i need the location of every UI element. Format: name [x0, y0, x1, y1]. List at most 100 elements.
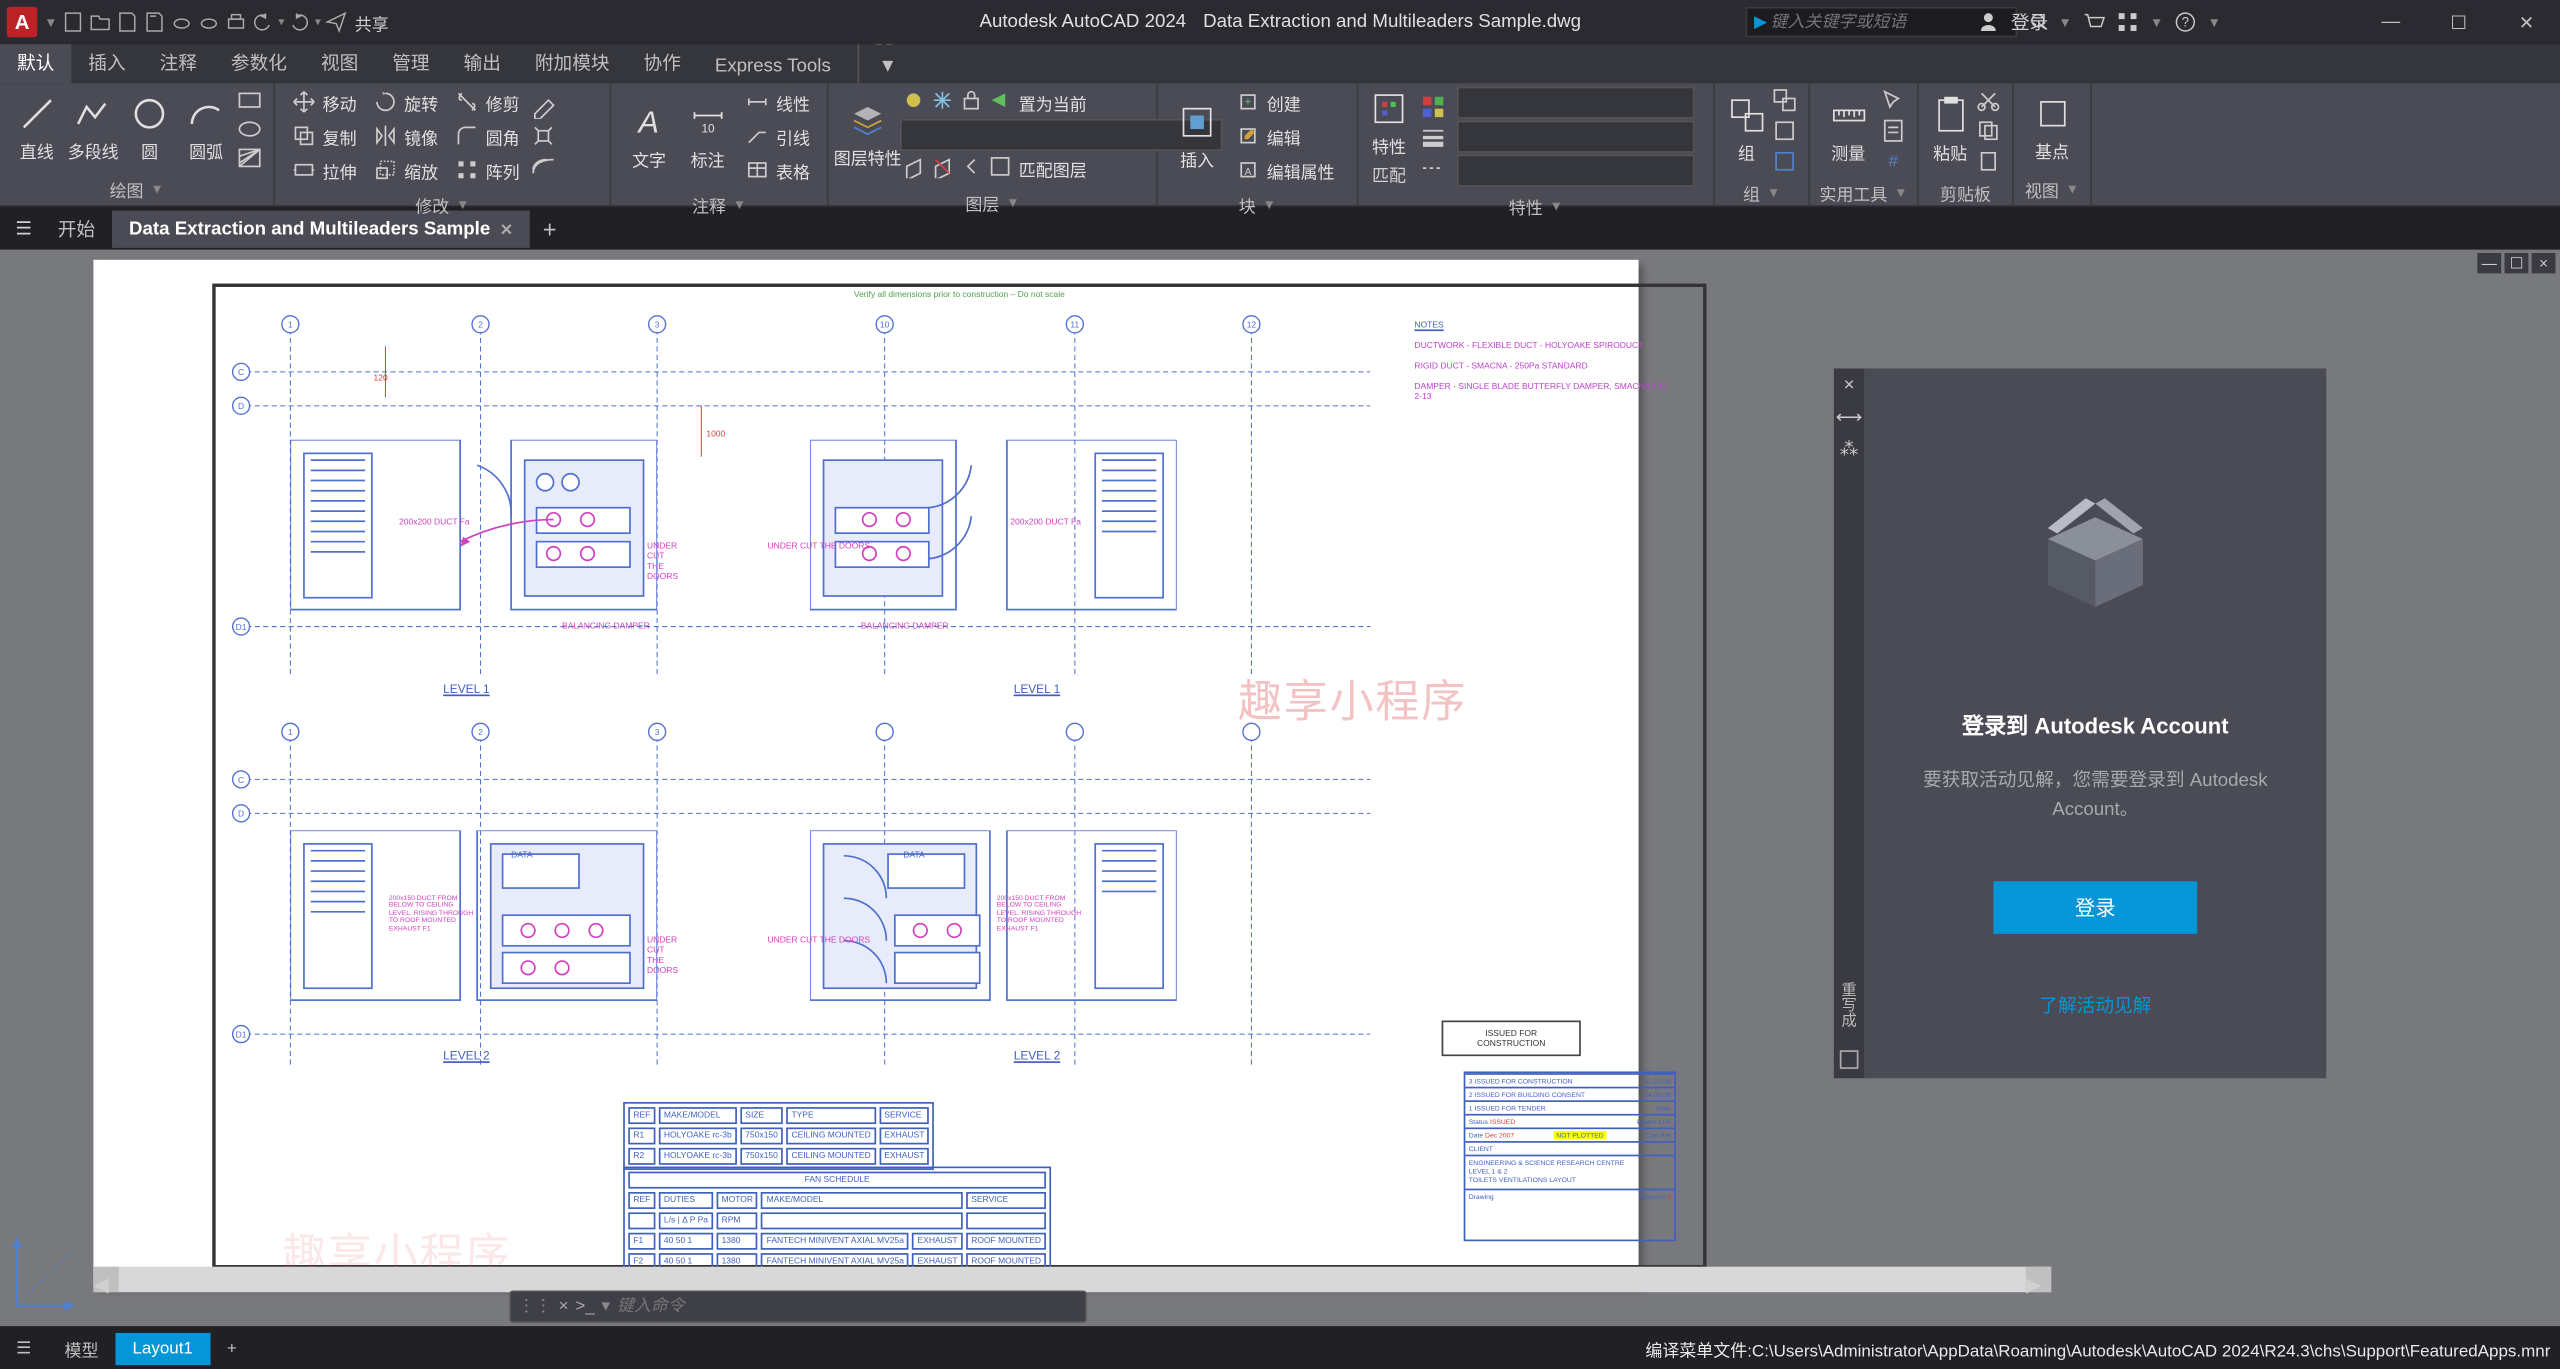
- base-button[interactable]: 基点: [2024, 93, 2080, 163]
- copy-button[interactable]: 复制: [285, 121, 363, 152]
- cmd-handle-icon[interactable]: ⋮⋮: [518, 1297, 552, 1316]
- qat-cloud-open-icon[interactable]: [170, 10, 194, 34]
- help-icon[interactable]: ?: [2174, 10, 2198, 34]
- learn-link[interactable]: 了解活动见解: [2039, 992, 2151, 1019]
- qat-print-icon[interactable]: [224, 10, 248, 34]
- panel-close-icon[interactable]: ×: [1844, 375, 1855, 395]
- tab-addon[interactable]: 附加模块: [518, 42, 627, 83]
- h-scrollbar[interactable]: ◂ ▸: [93, 1267, 2051, 1292]
- redo-dropdown[interactable]: ▾: [315, 15, 321, 29]
- undo-dropdown[interactable]: ▾: [278, 15, 284, 29]
- vp-min-icon[interactable]: —: [2477, 253, 2501, 273]
- props-button[interactable]: 特性: [1369, 87, 1410, 157]
- paper-space[interactable]: Verify all dimensions prior to construct…: [93, 260, 1638, 1286]
- layer-walk-icon[interactable]: [987, 153, 1014, 184]
- maximize-button[interactable]: ☐: [2425, 0, 2493, 44]
- paste-spec-icon[interactable]: [1975, 148, 2002, 173]
- fillet-button[interactable]: 圆角: [448, 121, 526, 152]
- layer-match[interactable]: 匹配图层: [1015, 153, 1093, 184]
- start-tab[interactable]: 开始: [41, 208, 112, 249]
- select-icon[interactable]: [1880, 87, 1907, 112]
- vp-max-icon[interactable]: ☐: [2505, 253, 2529, 273]
- leader-button[interactable]: 引线: [739, 121, 817, 152]
- erase-icon[interactable]: [530, 95, 557, 119]
- edit-block-btn[interactable]: 编辑: [1229, 121, 1341, 152]
- lw-combo[interactable]: [1457, 121, 1695, 153]
- user-icon[interactable]: [1977, 10, 2001, 34]
- panel-pin-icon[interactable]: ⟷: [1836, 406, 1863, 428]
- new-layout-button[interactable]: +: [210, 1332, 254, 1364]
- insert-button[interactable]: 插入: [1168, 101, 1226, 171]
- trim-button[interactable]: 修剪: [448, 87, 526, 118]
- model-tab[interactable]: 模型: [48, 1329, 116, 1368]
- layer-props-button[interactable]: 图层特性: [839, 100, 897, 170]
- layer-off-icon[interactable]: [900, 87, 927, 118]
- panel-opt-icon[interactable]: [1837, 1048, 1861, 1072]
- cmd-close-icon[interactable]: ×: [559, 1297, 569, 1316]
- qat-redo-icon[interactable]: [288, 10, 312, 34]
- tab-collab[interactable]: 协作: [627, 42, 698, 83]
- stretch-button[interactable]: 拉伸: [285, 155, 363, 186]
- tab-default[interactable]: 默认: [0, 42, 71, 83]
- offset-icon[interactable]: [530, 153, 557, 177]
- linear-button[interactable]: 线性: [739, 87, 817, 118]
- line-button[interactable]: 直线: [10, 93, 63, 163]
- vp-close-icon[interactable]: ×: [2532, 253, 2556, 273]
- layout1-tab[interactable]: Layout1: [115, 1332, 209, 1364]
- rect-icon[interactable]: [236, 87, 263, 111]
- app-menu-arrow[interactable]: ▼: [44, 14, 57, 29]
- hatch-icon[interactable]: [236, 145, 263, 169]
- qat-new-icon[interactable]: [61, 10, 85, 34]
- command-input[interactable]: [617, 1297, 957, 1316]
- layer-prev-icon[interactable]: [958, 153, 985, 184]
- close-button[interactable]: ✕: [2493, 0, 2560, 44]
- paste-button[interactable]: 粘贴: [1929, 95, 1971, 165]
- tab-manage[interactable]: 管理: [375, 42, 446, 83]
- tab-insert[interactable]: 插入: [71, 42, 142, 83]
- tab-express[interactable]: Express Tools: [698, 49, 848, 83]
- edit-attr-btn[interactable]: A编辑属性: [1229, 155, 1341, 186]
- layer-setcurrent[interactable]: 置为当前: [1015, 87, 1093, 118]
- scale-button[interactable]: 缩放: [367, 155, 445, 186]
- minimize-button[interactable]: —: [2357, 0, 2425, 44]
- login-link[interactable]: 登录: [2011, 8, 2048, 35]
- polyline-button[interactable]: 多段线: [67, 93, 120, 163]
- color-combo[interactable]: [1457, 87, 1695, 119]
- group-button[interactable]: 组: [1725, 95, 1767, 165]
- ellipse-icon[interactable]: [236, 116, 263, 140]
- mirror-button[interactable]: 镜像: [367, 121, 445, 152]
- array-button[interactable]: 阵列: [448, 155, 526, 186]
- text-button[interactable]: A文字: [621, 101, 676, 171]
- tab-annotate[interactable]: 注释: [143, 42, 214, 83]
- layer-freeze-icon[interactable]: [929, 87, 956, 118]
- layer-iso-icon[interactable]: [900, 153, 927, 184]
- tab-view[interactable]: 视图: [304, 42, 375, 83]
- file-menu-icon[interactable]: ☰: [7, 217, 41, 239]
- panel-menu-icon[interactable]: ⁂: [1840, 438, 1859, 460]
- copy-clip-icon[interactable]: [1975, 117, 2002, 142]
- cut-icon[interactable]: [1975, 87, 2002, 112]
- quickcalc-icon[interactable]: [1880, 117, 1907, 142]
- layout-menu-icon[interactable]: ☰: [0, 1339, 48, 1358]
- rotate-button[interactable]: 旋转: [367, 87, 445, 118]
- arc-button[interactable]: 圆弧: [180, 93, 233, 163]
- bylayer-color-icon[interactable]: [1420, 93, 1447, 118]
- share-label[interactable]: 共享: [355, 9, 389, 34]
- dim-button[interactable]: 10标注: [680, 101, 735, 171]
- app-switcher-icon[interactable]: [2116, 10, 2140, 34]
- layer-lock-icon[interactable]: [958, 87, 985, 118]
- create-block-btn[interactable]: +创建: [1229, 87, 1341, 118]
- tab-output[interactable]: 输出: [447, 42, 518, 83]
- circle-button[interactable]: 圆: [123, 93, 176, 163]
- lineweight-icon[interactable]: [1420, 124, 1447, 149]
- linetype-icon[interactable]: [1420, 155, 1447, 180]
- move-button[interactable]: 移动: [285, 87, 363, 118]
- layer-uniso-icon[interactable]: [929, 153, 956, 184]
- login-button[interactable]: 登录: [1993, 881, 2197, 934]
- group-select-icon[interactable]: [1771, 148, 1798, 173]
- command-bar[interactable]: ⋮⋮ × >_ ▾: [509, 1290, 1086, 1322]
- group-edit-icon[interactable]: [1771, 117, 1798, 142]
- ungroup-icon[interactable]: [1771, 87, 1798, 112]
- explode-icon[interactable]: [530, 124, 557, 148]
- tab-parametric[interactable]: 参数化: [214, 42, 304, 83]
